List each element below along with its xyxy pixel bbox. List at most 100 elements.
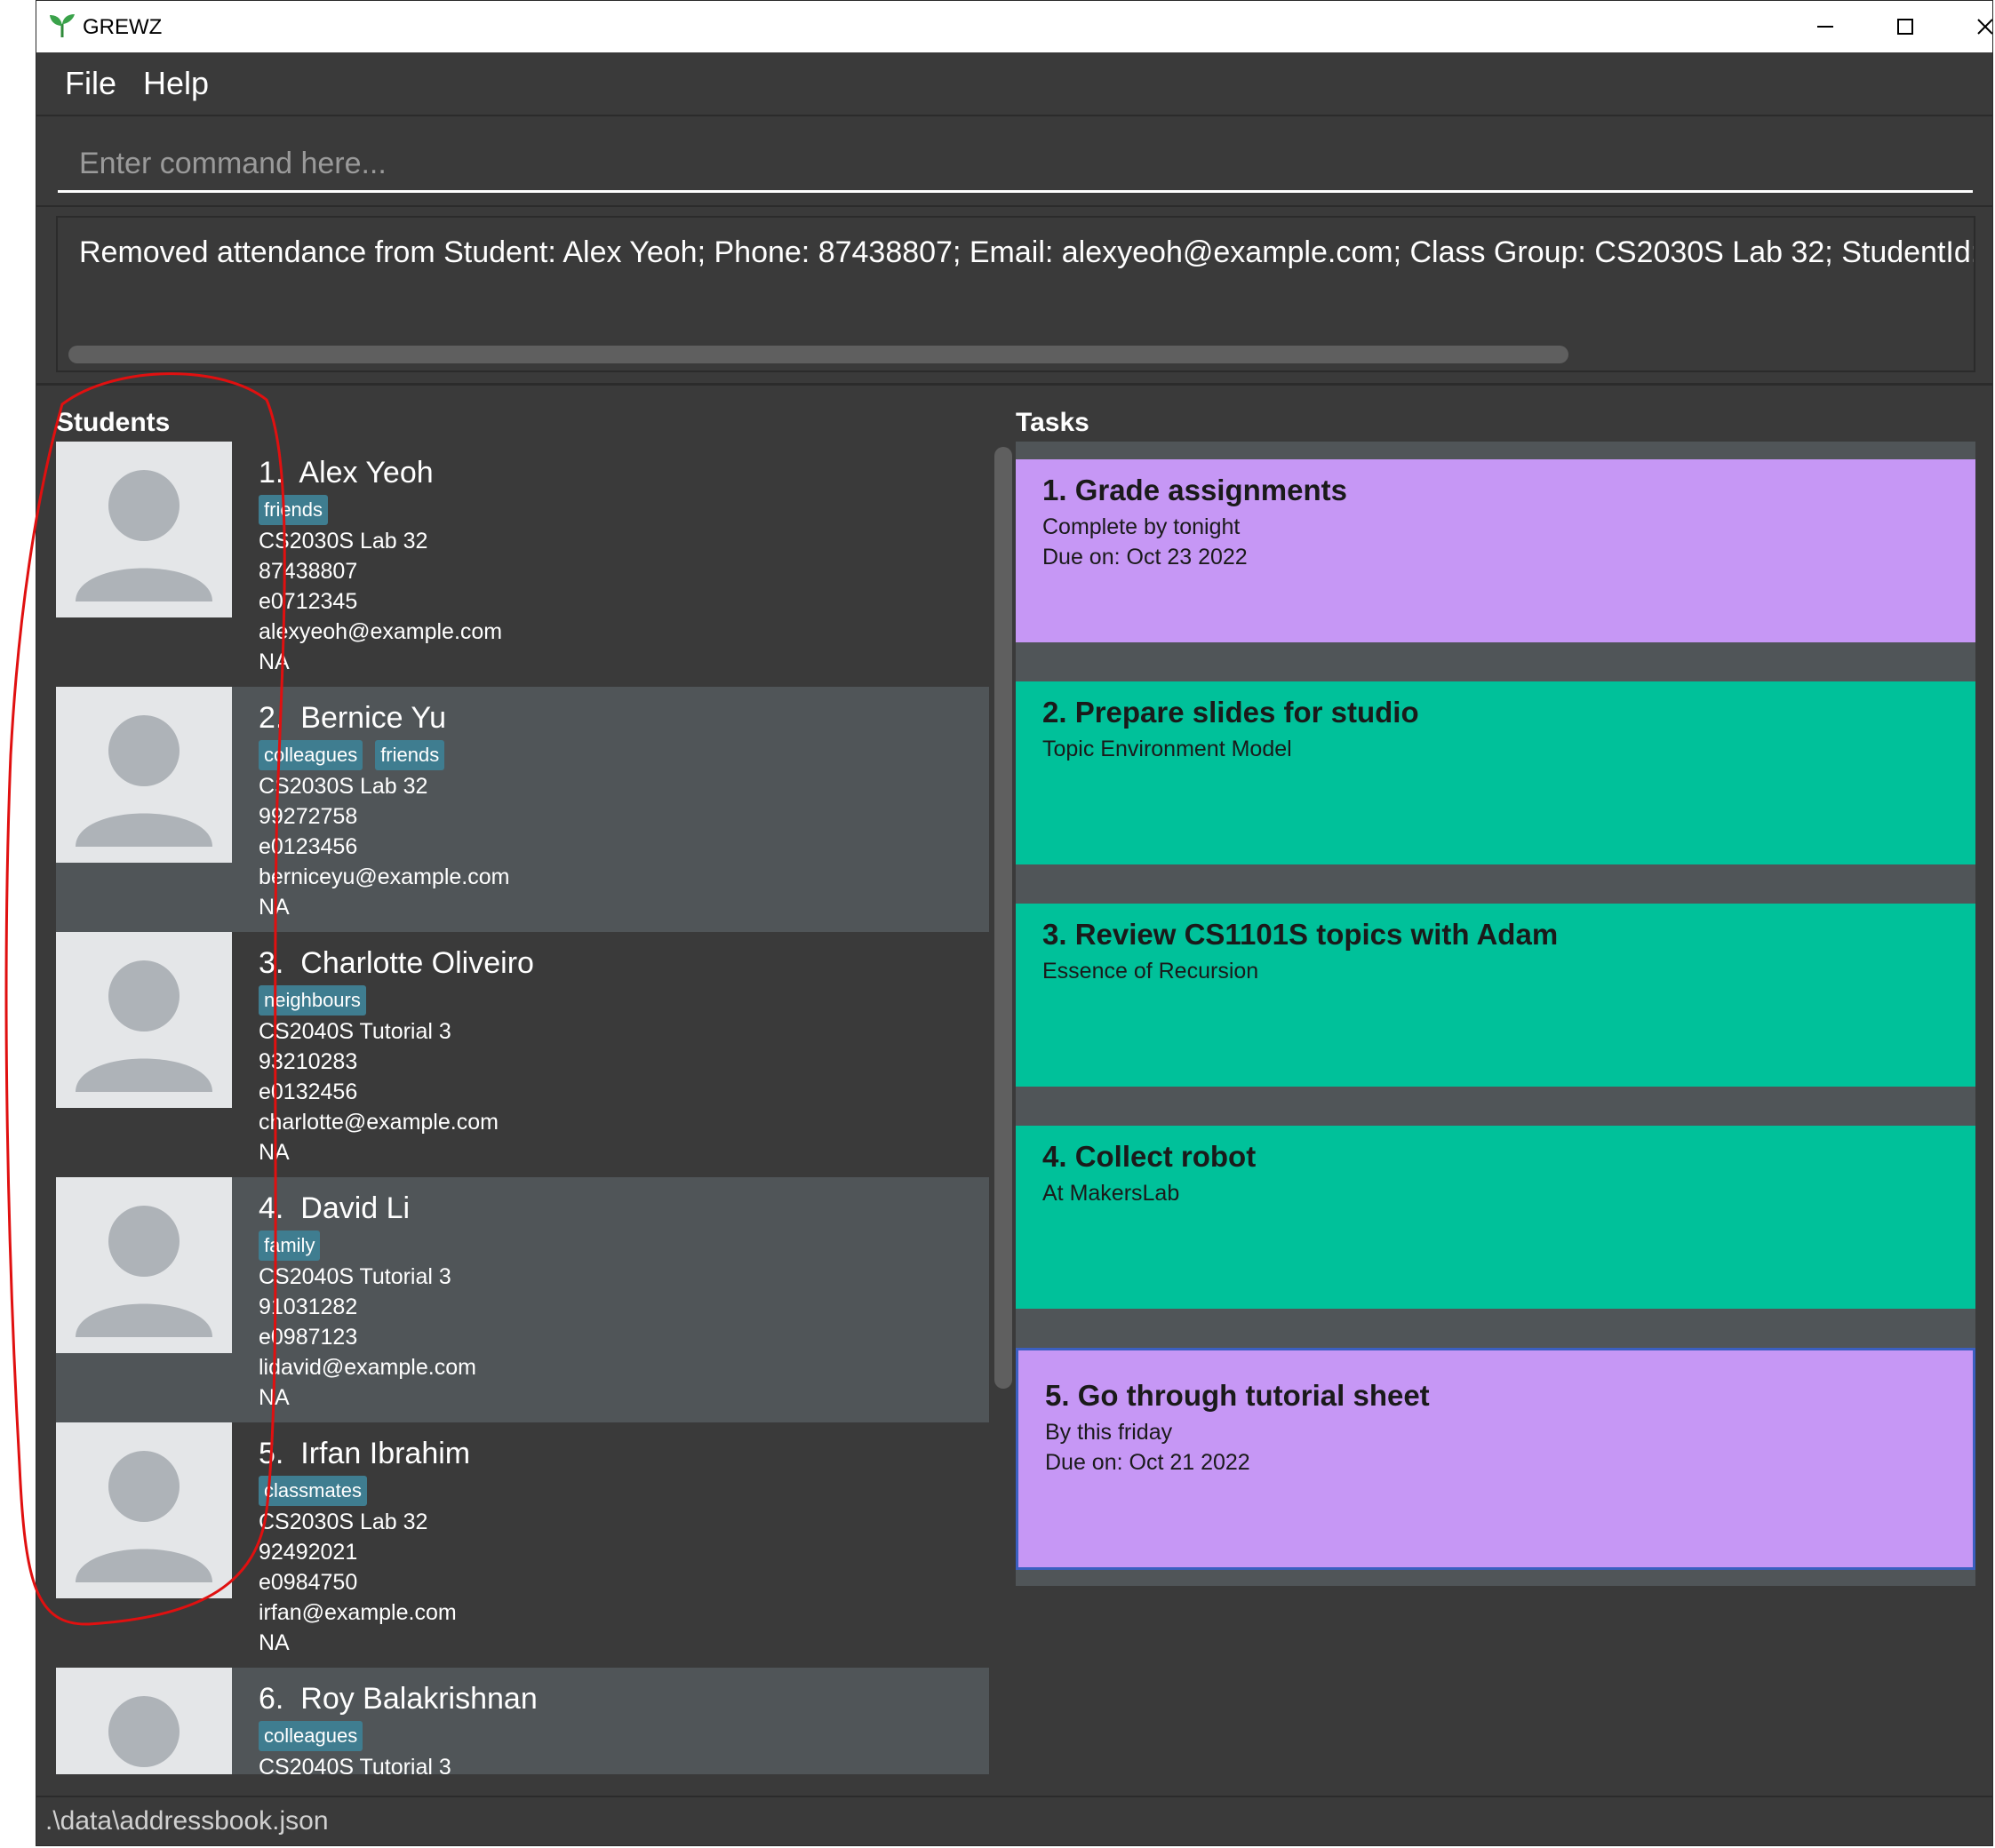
student-card[interactable]: 3. Charlotte Oliveiro neighbours CS2040S…	[56, 932, 989, 1177]
avatar	[56, 1177, 232, 1353]
task-separator	[1016, 642, 1975, 681]
tag: friends	[259, 495, 329, 525]
status-bar: .\data\addressbook.json	[36, 1796, 1992, 1845]
student-phone: 87438807	[259, 559, 358, 584]
tag-list: family	[259, 1231, 321, 1261]
tag-list: colleagues	[259, 1721, 363, 1751]
students-vertical-scrollbar[interactable]	[994, 447, 1012, 1389]
tasks-panel-title: Tasks	[1016, 408, 1089, 437]
student-class-group: CS2030S Lab 32	[259, 774, 428, 799]
avatar	[56, 442, 232, 617]
student-email: irfan@example.com	[259, 1600, 457, 1625]
task-description: Topic Environment Model	[1042, 737, 1292, 761]
task-card[interactable]: 4. Collect robot At MakersLab	[1016, 1126, 1975, 1309]
avatar	[56, 932, 232, 1108]
sprout-logo-icon	[50, 14, 75, 37]
command-input[interactable]	[58, 138, 1973, 193]
students-list: 1. Alex Yeoh friends CS2030S Lab 32 8743…	[56, 442, 989, 1774]
tag-list: neighbours	[259, 985, 366, 1016]
student-attendance: NA	[259, 1140, 290, 1165]
close-button[interactable]	[1945, 1, 1992, 52]
student-card[interactable]: 6. Roy Balakrishnan colleagues CS2040S T…	[56, 1668, 989, 1774]
task-card[interactable]: 1. Grade assignments Complete by tonight…	[1016, 459, 1975, 642]
task-description: Complete by tonight	[1042, 514, 1241, 539]
avatar	[56, 687, 232, 863]
person-placeholder-icon	[76, 1206, 212, 1337]
app-window: GREWZ File Help Removed attendance from …	[36, 0, 1993, 1846]
student-card[interactable]: 4. David Li family CS2040S Tutorial 3 91…	[56, 1177, 989, 1422]
task-description: At MakersLab	[1042, 1181, 1180, 1206]
window-title: GREWZ	[83, 15, 163, 39]
student-email: berniceyu@example.com	[259, 864, 510, 889]
task-title: 5. Go through tutorial sheet	[1045, 1379, 1430, 1412]
minimize-icon	[1817, 26, 1833, 28]
close-icon	[1977, 19, 1992, 35]
students-panel-title: Students	[56, 408, 171, 437]
student-class-group: CS2030S Lab 32	[259, 529, 428, 554]
avatar	[56, 1668, 232, 1774]
task-separator	[1016, 442, 1975, 459]
task-card-selected[interactable]: 5. Go through tutorial sheet By this fri…	[1016, 1348, 1975, 1570]
maximize-button[interactable]	[1865, 1, 1945, 52]
student-name: 5. Irfan Ibrahim	[259, 1437, 471, 1470]
task-separator	[1016, 1570, 1975, 1586]
task-separator	[1016, 1087, 1975, 1126]
task-separator	[1016, 1309, 1975, 1348]
menu-help[interactable]: Help	[143, 65, 209, 102]
task-description: Essence of Recursion	[1042, 959, 1259, 984]
person-placeholder-icon	[76, 960, 212, 1092]
task-card[interactable]: 3. Review CS1101S topics with Adam Essen…	[1016, 904, 1975, 1087]
student-id: e0123456	[259, 834, 358, 859]
student-card[interactable]: 1. Alex Yeoh friends CS2030S Lab 32 8743…	[56, 442, 989, 687]
minimize-button[interactable]	[1785, 1, 1865, 52]
student-id: e0712345	[259, 589, 358, 614]
result-display: Removed attendance from Student: Alex Ye…	[56, 216, 1975, 372]
student-name: 1. Alex Yeoh	[259, 456, 434, 490]
student-class-group: CS2030S Lab 32	[259, 1509, 428, 1534]
result-message: Removed attendance from Student: Alex Ye…	[79, 235, 1975, 269]
student-email: alexyeoh@example.com	[259, 619, 503, 644]
task-title: 3. Review CS1101S topics with Adam	[1042, 918, 1559, 951]
task-card[interactable]: 2. Prepare slides for studio Topic Envir…	[1016, 681, 1975, 864]
student-email: charlotte@example.com	[259, 1110, 499, 1135]
task-due-date: Due on: Oct 23 2022	[1042, 545, 1248, 570]
title-bar: GREWZ	[36, 1, 1992, 53]
task-title: 1. Grade assignments	[1042, 474, 1347, 506]
student-name: 2. Bernice Yu	[259, 701, 447, 735]
save-location-path: .\data\addressbook.json	[45, 1806, 329, 1836]
command-box	[36, 116, 1992, 207]
person-placeholder-icon	[76, 1451, 212, 1582]
tag-list: colleagues friends	[259, 740, 445, 770]
tag-list: classmates	[259, 1476, 368, 1506]
result-horizontal-scrollbar[interactable]	[68, 346, 1568, 363]
task-title: 2. Prepare slides for studio	[1042, 696, 1419, 729]
student-id: e0987123	[259, 1325, 358, 1350]
task-separator	[1016, 864, 1975, 904]
student-phone: 93210283	[259, 1049, 358, 1074]
student-phone: 91031282	[259, 1294, 358, 1319]
task-description: By this friday	[1045, 1420, 1173, 1445]
tag: family	[259, 1231, 321, 1261]
student-class-group: CS2040S Tutorial 3	[259, 1755, 451, 1774]
task-due-date: Due on: Oct 21 2022	[1045, 1450, 1250, 1475]
task-title: 4. Collect robot	[1042, 1140, 1257, 1173]
tag: classmates	[259, 1476, 368, 1506]
tasks-list: 1. Grade assignments Complete by tonight…	[1016, 442, 1975, 1597]
person-placeholder-icon	[108, 1696, 180, 1767]
panel-divider	[36, 383, 1992, 386]
person-placeholder-icon	[76, 715, 212, 847]
student-attendance: NA	[259, 649, 290, 674]
student-card[interactable]: 2. Bernice Yu colleagues friends CS2030S…	[56, 687, 989, 932]
student-class-group: CS2040S Tutorial 3	[259, 1264, 451, 1289]
student-id: e0984750	[259, 1570, 358, 1595]
tag: colleagues	[259, 1721, 363, 1751]
menu-file[interactable]: File	[65, 65, 116, 102]
student-attendance: NA	[259, 1630, 290, 1655]
tag: friends	[375, 740, 445, 770]
student-attendance: NA	[259, 895, 290, 920]
student-card[interactable]: 5. Irfan Ibrahim classmates CS2030S Lab …	[56, 1422, 989, 1668]
student-attendance: NA	[259, 1385, 290, 1410]
student-class-group: CS2040S Tutorial 3	[259, 1019, 451, 1044]
tag: colleagues	[259, 740, 363, 770]
student-id: e0132456	[259, 1079, 358, 1104]
